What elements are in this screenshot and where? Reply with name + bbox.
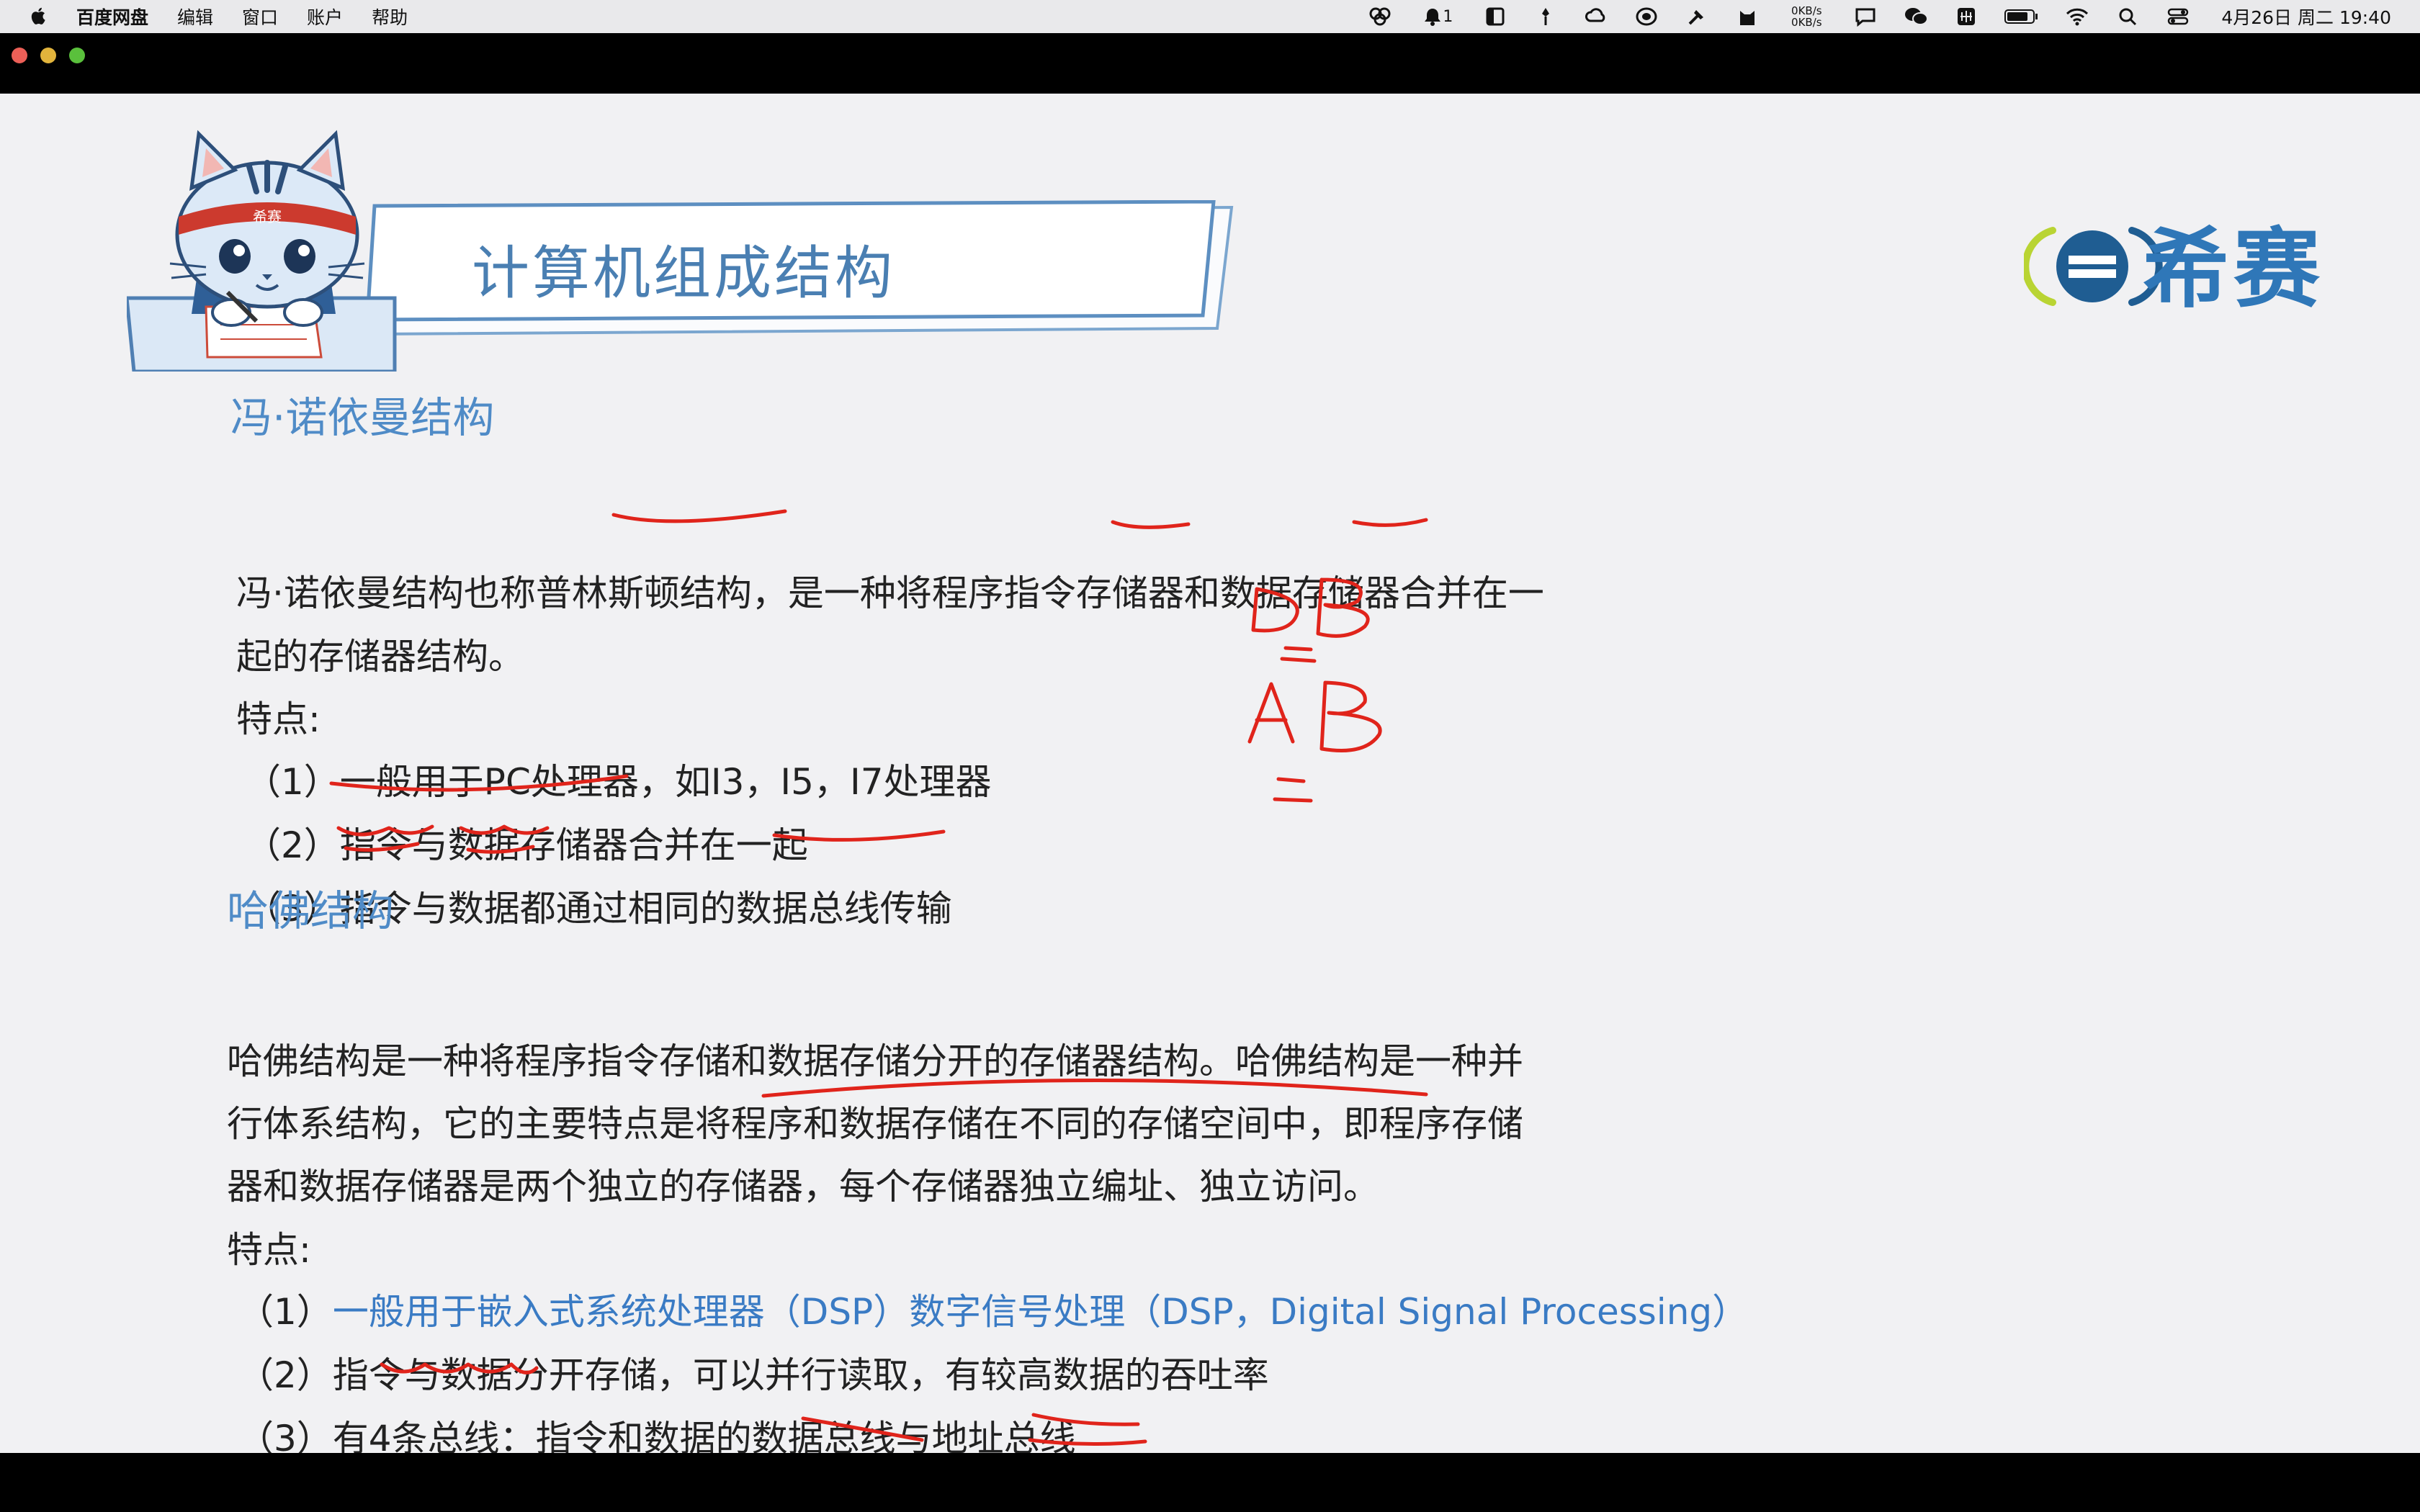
harvard-desc-line-3: 器和数据存储器是两个独立的存储器，每个存储器独立编址、独立访问。 <box>227 1166 1379 1207</box>
von-neumann-feature-2: （2）指令与数据存储器合并在一起 <box>245 824 808 866</box>
harvard-desc-line-2: 行体系结构，它的主要特点是将程序和数据存储在不同的存储空间中，即程序存储 <box>227 1103 1523 1145</box>
spotlight-search-icon[interactable] <box>2115 6 2141 27</box>
vpn-icon[interactable] <box>1634 6 1659 27</box>
apple-logo-icon[interactable] <box>27 4 50 27</box>
menu-bar: 百度网盘 编辑 窗口 账户 帮助 1 0KB/s 0KB/s 4月26日 周二 … <box>0 0 2420 33</box>
von-neumann-desc-line-1: 冯·诺依曼结构也称普林斯顿结构，是一种将程序指令存储器和数据存储器合并在一 <box>236 572 1544 614</box>
menu-window[interactable]: 窗口 <box>242 4 278 30</box>
chat-bubble-icon[interactable] <box>1852 6 1878 27</box>
menu-account[interactable]: 账户 <box>307 4 343 30</box>
cat-app-icon[interactable] <box>1734 6 1760 27</box>
window-zoom-button[interactable] <box>69 48 85 63</box>
menu-help[interactable]: 帮助 <box>372 4 408 30</box>
von-neumann-desc-line-2: 起的存储器结构。 <box>236 636 524 678</box>
slide-canvas: 计算机组成结构 希赛 希赛 冯·诺依曼结构 冯·诺依曼结构也称普林斯顿结构，是一… <box>0 94 2420 1459</box>
creative-cloud-icon[interactable] <box>1367 6 1393 27</box>
sidebar-toggle-icon[interactable] <box>1482 6 1508 27</box>
harvard-features-label: 特点: <box>227 1229 311 1271</box>
menu-clock[interactable]: 4月26日 周二 19:40 <box>2221 4 2391 30</box>
notification-count: 1 <box>1443 7 1453 26</box>
input-method-icon[interactable] <box>1953 6 1979 27</box>
network-speed: 0KB/s 0KB/s <box>1791 4 1822 29</box>
menu-app-name[interactable]: 百度网盘 <box>76 4 148 30</box>
harvard-feature-1-prefix: （1） <box>238 1291 333 1333</box>
harvard-heading: 哈佛结构 <box>227 886 395 935</box>
menu-edit[interactable]: 编辑 <box>177 4 213 30</box>
von-neumann-heading: 冯·诺依曼结构 <box>230 393 495 442</box>
von-neumann-feature-1: （1）一般用于PC处理器，如I3，I5，I7处理器 <box>245 761 992 803</box>
harvard-feature-1-text: 一般用于嵌入式系统处理器（DSP）数字信号处理（DSP，Digital Sign… <box>332 1291 1749 1333</box>
wechat-icon[interactable] <box>1903 6 1929 27</box>
harvard-feature-1: （1）一般用于嵌入式系统处理器（DSP）数字信号处理（DSP，Digital S… <box>238 1280 1748 1344</box>
hammer-icon[interactable] <box>1684 6 1710 27</box>
control-center-icon[interactable] <box>2165 6 2191 27</box>
slide-title: 计算机组成结构 <box>472 240 895 307</box>
notification-bell-icon[interactable]: 1 <box>1417 6 1458 27</box>
mascot-band-text: 希赛 <box>253 208 282 225</box>
weather-icon[interactable] <box>1583 6 1609 27</box>
cat-mascot-icon: 希赛 <box>127 130 397 372</box>
pin-tool-icon[interactable] <box>1533 6 1559 27</box>
wifi-icon[interactable] <box>2064 6 2090 27</box>
battery-icon[interactable] <box>2004 6 2040 27</box>
harvard-desc-line-1: 哈佛结构是一种将程序指令存储和数据存储分开的存储器结构。哈佛结构是一种并 <box>227 1040 1523 1082</box>
xisai-logo-text: 希赛 <box>2143 220 2324 320</box>
von-neumann-features-label: 特点: <box>236 698 321 740</box>
window-close-button[interactable] <box>12 48 27 63</box>
harvard-feature-2: （2）指令与数据分开存储，可以并行读取，有较高数据的吞吐率 <box>238 1354 1269 1396</box>
window-bottom-bar <box>0 1453 2420 1512</box>
window-minimize-button[interactable] <box>40 48 56 63</box>
window-titlebar <box>0 33 2420 92</box>
